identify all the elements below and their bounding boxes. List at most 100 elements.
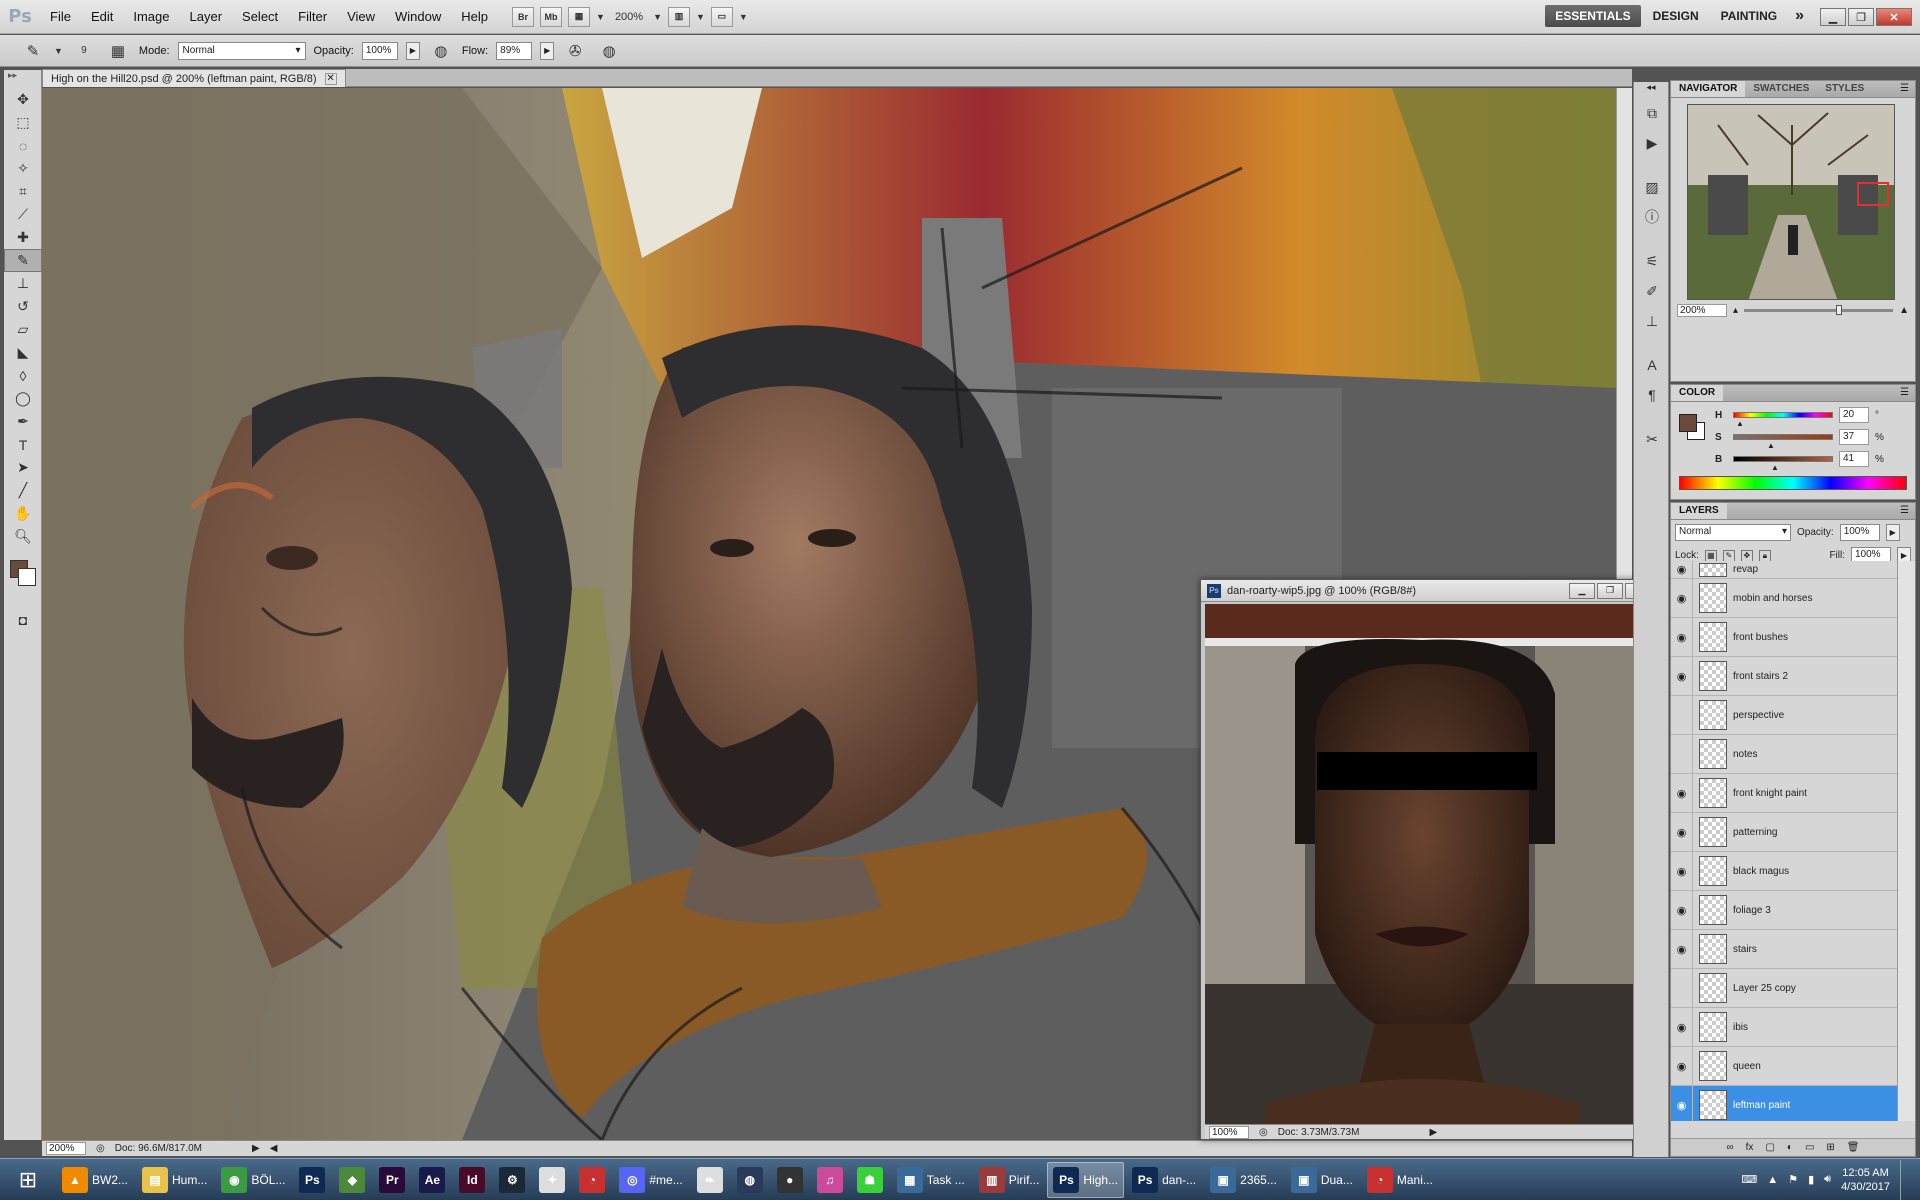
system-clock[interactable]: 12:05 AM 4/30/2017 [1841,1166,1890,1194]
healing-brush-tool-icon[interactable]: ✚ [4,226,42,249]
eye-icon[interactable]: ◉ [1671,1047,1693,1085]
taskbar-item[interactable]: ▥ Pirif... [973,1162,1046,1198]
link-layers-icon[interactable]: ∞ [1727,1142,1734,1153]
menu-edit[interactable]: Edit [81,0,123,34]
volume-icon[interactable]: 🔊︎ [1824,1173,1831,1186]
eye-icon[interactable]: ◉ [1671,774,1693,812]
brush-panel-icon[interactable]: ✐ [1634,276,1670,306]
add-mask-icon[interactable]: ▢ [1765,1142,1774,1153]
opacity-arrow-icon[interactable]: ▶ [1885,524,1900,541]
new-group-icon[interactable]: ▭ [1805,1142,1814,1153]
paint-bucket-tool-icon[interactable]: ◣ [4,341,42,364]
eye-icon[interactable]: ◉ [1671,561,1693,578]
eye-icon[interactable]: ◉ [1671,1008,1693,1046]
document-zoom-field[interactable]: 200% [46,1142,86,1155]
fx-icon[interactable]: fx [1746,1142,1754,1153]
crop-tool-icon[interactable]: ⌗ [4,180,42,203]
brush-tool-preset-icon[interactable]: ✎ [20,40,46,62]
navigator-preview[interactable] [1687,104,1895,300]
zoom-slider-knob[interactable] [1836,305,1843,315]
panel-menu-icon[interactable]: ☰ [1894,81,1915,97]
paragraph-panel-icon[interactable]: ¶ [1634,380,1670,410]
blend-mode-select[interactable]: Normal ▾ [1675,524,1791,541]
mini-bridge-button[interactable]: Mb [540,6,563,27]
menu-file[interactable]: File [40,0,81,34]
lock-all-icon[interactable]: 🔒︎ [1758,549,1771,562]
taskbar-item[interactable]: ☗ [851,1162,889,1198]
channel-value-input[interactable]: 20 [1839,407,1869,423]
history-brush-tool-icon[interactable]: ↺ [4,295,42,318]
blur-tool-icon[interactable]: ◊ [4,364,42,387]
eye-icon[interactable]: ◉ [1671,579,1693,617]
flag-icon[interactable]: ⚑ [1788,1173,1798,1186]
panel-menu-icon[interactable]: ☰ [1894,503,1915,519]
view-extras-button[interactable]: ▦ [568,6,591,27]
new-layer-icon[interactable]: ⊞ [1826,1142,1834,1153]
workspace-design[interactable]: DESIGN [1643,5,1709,27]
zoom-in-icon[interactable]: ▲ [1899,305,1909,316]
reference-minimize-button[interactable]: ▁ [1569,582,1595,599]
color-spectrum-bar[interactable] [1679,476,1907,490]
brush-tool-icon[interactable]: ✎ [4,249,42,272]
tab-layers[interactable]: LAYERS [1671,503,1727,519]
airbrush-icon[interactable]: ✇ [562,40,588,62]
taskbar-item[interactable]: ◔ [573,1162,611,1198]
menu-window[interactable]: Window [385,0,451,34]
show-desktop-button[interactable] [1900,1159,1910,1200]
tab-styles[interactable]: STYLES [1817,81,1872,97]
eye-icon[interactable]: ◉ [1671,1086,1693,1121]
flow-input[interactable]: 89% [496,41,533,60]
workspace-essentials[interactable]: ESSENTIALS [1545,5,1641,27]
eye-hidden-icon[interactable] [1671,969,1693,1007]
menu-select[interactable]: Select [232,0,288,34]
more-workspaces-button[interactable]: » [1789,7,1810,25]
zoom-level-select[interactable]: 200% [611,11,647,23]
chevron-down-icon[interactable]: ▼ [653,12,662,22]
status-arrow-icon[interactable]: ▶ [1429,1127,1437,1138]
strip-collapse-icon[interactable]: ◂◂ [1634,82,1668,98]
bridge-button[interactable]: Br [512,6,535,27]
menu-filter[interactable]: Filter [288,0,337,34]
tablet-opacity-pressure-icon[interactable]: ◍ [428,40,454,62]
path-select-tool-icon[interactable]: ➤ [4,456,42,479]
tablet-size-pressure-icon[interactable]: ◍ [596,40,622,62]
eye-icon[interactable]: ◉ [1671,930,1693,968]
taskbar-item[interactable]: ▣ Dua... [1285,1162,1359,1198]
tool-presets-panel-icon[interactable]: ✂ [1634,424,1670,454]
layer-opacity-input[interactable]: 100% [1839,524,1880,541]
flow-arrow-icon[interactable]: ▶ [540,41,555,60]
layer-row[interactable]: ◉ ibis [1671,1008,1897,1047]
layer-row[interactable]: ◉ queen [1671,1047,1897,1086]
clone-source-panel-icon[interactable]: ⊥ [1634,306,1670,336]
clone-stamp-tool-icon[interactable]: ⊥ [4,272,42,295]
layer-row[interactable]: ◉ mobin and horses [1671,579,1897,618]
tab-swatches[interactable]: SWATCHES [1745,81,1817,97]
hand-tool-icon[interactable]: ✋ [4,502,42,525]
lock-position-icon[interactable]: ✥ [1740,549,1753,562]
move-tool-icon[interactable]: ✥ [4,88,42,111]
taskbar-item[interactable]: Ps [293,1162,331,1198]
adjustment-layer-icon[interactable]: ◐ [1787,1142,1793,1153]
layer-row[interactable]: notes [1671,735,1897,774]
taskbar-item[interactable]: ♫ [811,1162,849,1198]
eye-icon[interactable]: ◉ [1671,657,1693,695]
status-arrow-icon[interactable]: ▶ [252,1143,260,1154]
lock-transparency-icon[interactable]: ▦ [1704,549,1717,562]
keyboard-icon[interactable]: ⌨ [1741,1173,1757,1186]
pen-tool-icon[interactable]: ✒ [4,410,42,433]
restore-button[interactable]: ❐ [1848,8,1874,26]
minimize-button[interactable]: ▁ [1820,8,1846,26]
menu-layer[interactable]: Layer [180,0,233,34]
tab-color[interactable]: COLOR [1671,385,1724,401]
background-color-swatch[interactable] [18,568,36,586]
brush-size-picker[interactable]: 9 [71,40,97,62]
tray-expand-icon[interactable]: ▲ [1767,1174,1778,1186]
lock-pixels-icon[interactable]: ✎ [1722,549,1735,562]
layer-row[interactable]: ◉ front knight paint [1671,774,1897,813]
actions-panel-icon[interactable]: ▶ [1634,128,1670,158]
reference-window-titlebar[interactable]: Ps dan-roarty-wip5.jpg @ 100% (RGB/8#) ▁… [1201,580,1655,602]
taskbar-item[interactable]: ◉ BÖL... [215,1162,291,1198]
network-icon[interactable]: ▮ [1808,1173,1814,1186]
panel-menu-icon[interactable]: ☰ [1894,385,1915,401]
taskbar-item[interactable]: Id [453,1162,491,1198]
